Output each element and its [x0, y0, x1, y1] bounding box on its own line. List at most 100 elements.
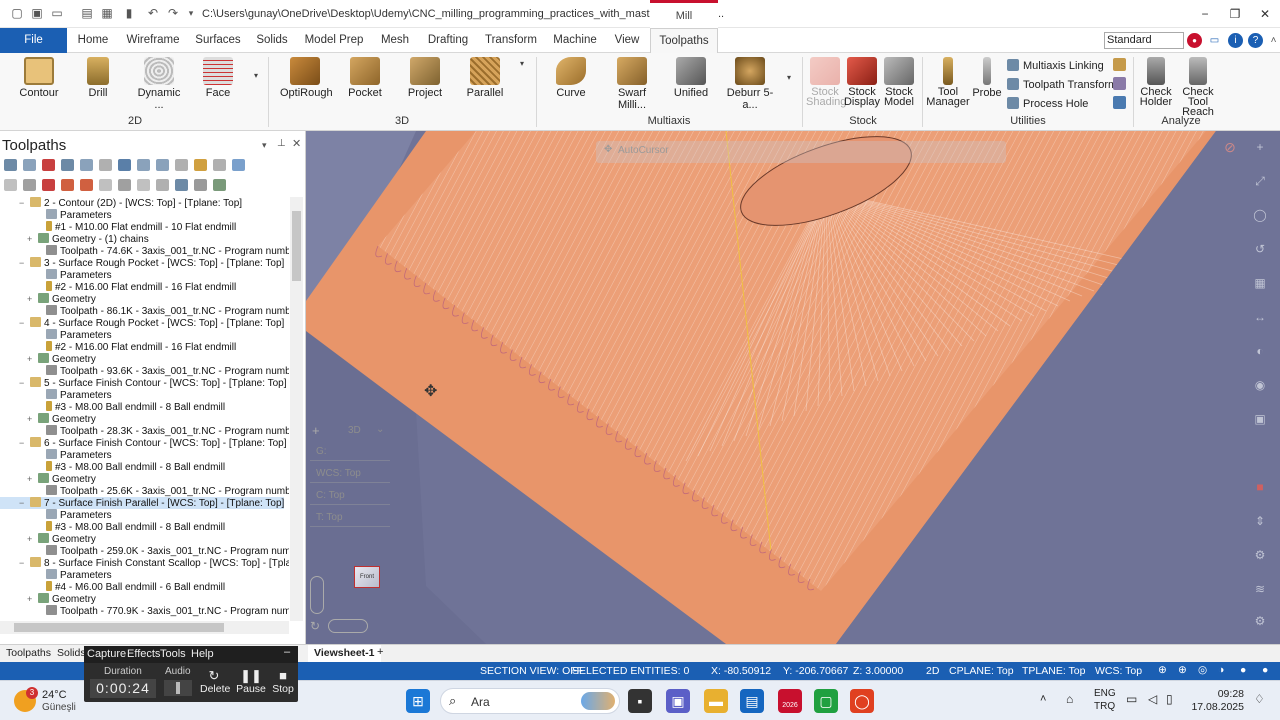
process-hole-button[interactable]: Process Hole — [1007, 97, 1088, 110]
volume-icon[interactable]: ◁ — [1148, 692, 1157, 706]
tool-node[interactable]: #3 - M8.00 Ball endmill - 8 Ball endmill — [0, 461, 225, 473]
probe-button[interactable]: Probe — [972, 57, 1002, 99]
layers-icon[interactable]: ≋ — [1251, 580, 1269, 598]
pan-slider[interactable] — [328, 619, 368, 633]
recorder-minimize-icon[interactable]: – — [284, 646, 290, 658]
parameters-node[interactable]: Parameters — [0, 509, 112, 521]
toolpath-node[interactable]: Toolpath - 25.6K - 3axis_001_tr.NC - Pro… — [0, 485, 289, 497]
panel-tool-icon[interactable] — [4, 179, 17, 191]
tab-viewsheet-1[interactable]: Viewsheet-1 — [308, 645, 381, 662]
info-icon[interactable]: i — [1228, 33, 1243, 48]
panel-dropdown-icon[interactable]: ▾ — [262, 140, 267, 151]
toolpath-node[interactable]: Toolpath - 74.6K - 3axis_001_tr.NC - Pro… — [0, 245, 289, 257]
operation-node[interactable]: − 4 - Surface Rough Pocket - [WCS: Top] -… — [0, 317, 284, 329]
maximize-button[interactable]: ❐ — [1225, 5, 1245, 23]
multiaxis-linking-button[interactable]: Multiaxis Linking — [1007, 59, 1104, 72]
panel-tool-icon[interactable] — [61, 159, 74, 171]
panel-tool-icon[interactable] — [61, 179, 74, 191]
drill-button[interactable]: Drill — [80, 57, 116, 99]
panel-tool-icon[interactable] — [175, 179, 188, 191]
contour-button[interactable]: Contour — [18, 57, 60, 99]
wcs-select[interactable]: WCS: Top — [310, 465, 390, 483]
sphere-icon[interactable]: ● — [1240, 664, 1246, 676]
utility-extra-icon-2[interactable] — [1113, 77, 1126, 90]
scrollbar-thumb[interactable] — [14, 623, 224, 632]
operation-node[interactable]: − 5 - Surface Finish Contour - [WCS: Top]… — [0, 377, 287, 389]
geometry-node[interactable]: + Geometry — [0, 413, 96, 425]
graphics-viewport[interactable]: AutoCursor ✥ + 3D ⌄ G: WCS: Top C: Top T… — [306, 131, 1280, 644]
toolpath-transform-button[interactable]: Toolpath Transform — [1007, 78, 1117, 91]
collapse-icon[interactable]: − — [19, 197, 24, 209]
wcs-status[interactable]: WCS: Top — [1095, 665, 1142, 677]
print-icon[interactable]: ▤ — [80, 6, 94, 20]
clock-date[interactable]: 17.08.2025 — [1184, 701, 1244, 713]
tab-mesh[interactable]: Mesh — [376, 28, 414, 53]
face-button[interactable]: Face — [200, 57, 236, 99]
zoom-in-icon[interactable]: + — [1251, 138, 1269, 156]
collapse-icon[interactable]: − — [19, 497, 24, 509]
panel-tool-icon[interactable] — [137, 159, 150, 171]
zoom-slider[interactable] — [310, 576, 324, 614]
operation-node[interactable]: − 2 - Contour (2D) - [WCS: Top] - [Tplane… — [0, 197, 242, 209]
panel-tool-icon[interactable] — [213, 179, 226, 191]
stop-button[interactable]: ■ Stop — [270, 668, 296, 695]
expand-icon[interactable]: + — [27, 353, 32, 365]
cplane-select[interactable]: C: Top — [310, 487, 390, 505]
panel-tool-icon[interactable] — [4, 159, 17, 171]
temperature[interactable]: 24°C — [42, 689, 67, 701]
add-viewsheet-button[interactable]: + — [377, 646, 383, 658]
customize-qat-icon[interactable]: ▾ — [184, 6, 198, 20]
tab-toolpaths-panel[interactable]: Toolpaths — [6, 647, 51, 659]
curve-button[interactable]: Curve — [552, 57, 590, 99]
stock-view-icon[interactable]: ■ — [1251, 478, 1269, 496]
collapse-icon[interactable]: − — [19, 317, 24, 329]
panel-tool-icon[interactable] — [99, 179, 112, 191]
clock-time[interactable]: 09:28 — [1192, 688, 1244, 700]
teams-icon[interactable]: ▣ — [666, 689, 690, 713]
mastercam-2026-icon[interactable]: 2026 — [778, 689, 802, 713]
tab-solids[interactable]: Solids — [252, 28, 292, 53]
menu-capture[interactable]: Capture — [87, 648, 126, 660]
panel-tool-icon[interactable] — [80, 159, 93, 171]
menu-tools[interactable]: Tools — [160, 648, 186, 660]
expand-icon[interactable]: + — [27, 293, 32, 305]
collapse-ribbon-icon[interactable]: ˄ — [1266, 33, 1280, 48]
pause-button[interactable]: ❚❚ Pause — [236, 668, 266, 695]
view-icon[interactable]: ◎ — [1198, 664, 1207, 676]
check-holder-button[interactable]: Check Holder — [1137, 57, 1175, 108]
parameters-node[interactable]: Parameters — [0, 209, 112, 221]
panel-tool-icon[interactable] — [99, 159, 112, 171]
cube-view-icon[interactable]: ▦ — [1251, 274, 1269, 292]
parameters-node[interactable]: Parameters — [0, 569, 112, 581]
collapse-icon[interactable]: − — [19, 557, 24, 569]
tool-node[interactable]: #3 - M8.00 Ball endmill - 8 Ball endmill — [0, 521, 225, 533]
parameters-node[interactable]: Parameters — [0, 329, 112, 341]
unified-button[interactable]: Unified — [672, 57, 710, 99]
panel-tool-icon[interactable] — [42, 179, 55, 191]
tool-node[interactable]: #2 - M16.00 Flat endmill - 16 Flat endmi… — [0, 281, 236, 293]
panel-tool-icon[interactable] — [175, 159, 188, 171]
section-icon[interactable]: ◐ — [1251, 342, 1269, 360]
globe-icon-2[interactable]: ⊕ — [1178, 664, 1187, 676]
microphone-icon[interactable]: ⌂ — [1066, 692, 1073, 706]
toolpath-node[interactable]: Toolpath - 86.1K - 3axis_001_tr.NC - Pro… — [0, 305, 289, 317]
open-folder-icon[interactable]: ▭ — [50, 6, 64, 20]
chevron-down-icon[interactable]: ⌄ — [376, 424, 384, 435]
tab-wireframe[interactable]: Wireframe — [122, 28, 184, 53]
panel-tool-icon[interactable] — [156, 179, 169, 191]
tab-transform[interactable]: Transform — [484, 28, 538, 53]
more-multiaxis-icon[interactable]: ▾ — [787, 73, 791, 82]
close-button[interactable]: ✕ — [1255, 5, 1275, 23]
store-icon[interactable]: ▤ — [740, 689, 764, 713]
tab-solids-panel[interactable]: Solids — [57, 647, 86, 659]
rotate-view-icon[interactable]: ↺ — [1251, 240, 1269, 258]
expand-icon[interactable]: + — [27, 413, 32, 425]
utility-extra-icon-3[interactable] — [1113, 96, 1126, 109]
panel-close-icon[interactable]: ✕ — [292, 137, 301, 150]
section-view-status[interactable]: SECTION VIEW: OFF — [480, 665, 583, 677]
parameters-node[interactable]: Parameters — [0, 389, 112, 401]
toggle-icon[interactable]: ⇕ — [1251, 512, 1269, 530]
language-eng[interactable]: ENG — [1094, 688, 1116, 699]
panel-tool-icon[interactable] — [194, 159, 207, 171]
undo-icon[interactable]: ↶ — [146, 6, 160, 20]
